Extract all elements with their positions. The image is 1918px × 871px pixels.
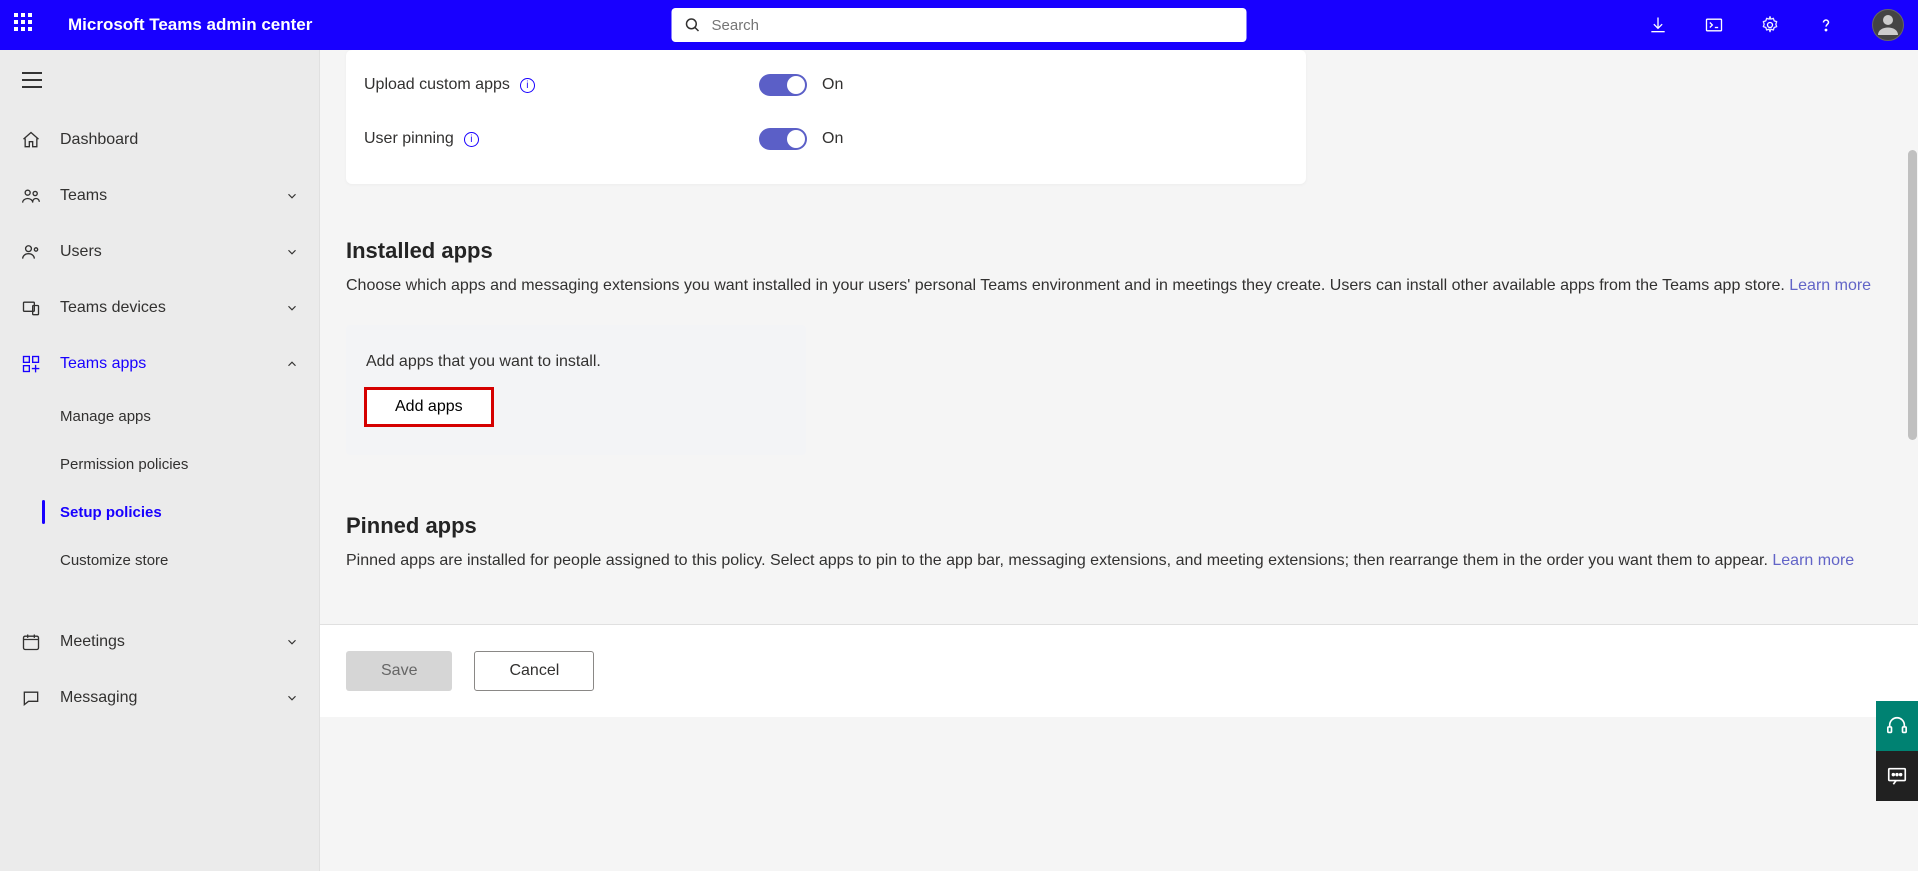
sidebar-toggle[interactable] <box>0 50 319 110</box>
sidebar-item-teams[interactable]: Teams <box>0 168 319 224</box>
toggle-user-pinning[interactable] <box>759 128 807 150</box>
apps-icon <box>20 354 42 374</box>
installed-apps-section: Installed apps Choose which apps and mes… <box>346 238 1892 455</box>
user-icon <box>20 242 42 262</box>
setting-label: User pinning i <box>364 130 759 148</box>
sidebar-item-devices[interactable]: Teams devices <box>0 280 319 336</box>
chevron-down-icon <box>285 189 299 203</box>
sidebar-sub-label: Permission policies <box>60 456 188 473</box>
sidebar-sub-manage-apps[interactable]: Manage apps <box>0 392 319 440</box>
section-description: Choose which apps and messaging extensio… <box>346 274 1892 299</box>
chat-icon <box>20 688 42 708</box>
brand-title: Microsoft Teams admin center <box>68 15 312 35</box>
section-description-text: Pinned apps are installed for people ass… <box>346 552 1772 569</box>
save-button[interactable]: Save <box>346 651 452 691</box>
avatar[interactable] <box>1872 9 1904 41</box>
learn-more-link[interactable]: Learn more <box>1789 277 1871 294</box>
devices-icon <box>20 298 42 318</box>
chevron-up-icon <box>285 357 299 371</box>
hamburger-icon <box>22 72 42 88</box>
support-headset-icon[interactable] <box>1876 701 1918 751</box>
search-container[interactable] <box>672 8 1247 42</box>
search-icon <box>684 16 712 34</box>
sidebar-item-label: Dashboard <box>60 131 299 149</box>
sidebar-sub-label: Manage apps <box>60 408 151 425</box>
toggle-state-text: On <box>822 76 843 94</box>
download-icon[interactable] <box>1648 15 1668 35</box>
section-title: Pinned apps <box>346 513 1892 539</box>
sidebar-nav: Dashboard Teams Users Team <box>0 110 319 871</box>
sidebar-item-meetings[interactable]: Meetings <box>0 614 319 670</box>
help-icon[interactable] <box>1816 15 1836 35</box>
install-apps-box: Add apps that you want to install. Add a… <box>346 325 806 455</box>
sidebar-sub-permission-policies[interactable]: Permission policies <box>0 440 319 488</box>
sidebar-item-dashboard[interactable]: Dashboard <box>0 112 319 168</box>
main-content: Upload custom apps i On User pinning i <box>320 50 1918 871</box>
people-icon <box>20 186 42 206</box>
settings-card: Upload custom apps i On User pinning i <box>346 50 1306 184</box>
sidebar-sub-customize-store[interactable]: Customize store <box>0 536 319 584</box>
sidebar-item-label: Teams <box>60 187 285 205</box>
info-icon[interactable]: i <box>520 78 535 93</box>
section-title: Installed apps <box>346 238 1892 264</box>
sidebar-item-messaging[interactable]: Messaging <box>0 670 319 726</box>
console-icon[interactable] <box>1704 15 1724 35</box>
floating-actions <box>1876 701 1918 801</box>
setting-label-text: User pinning <box>364 130 454 148</box>
sidebar-item-users[interactable]: Users <box>0 224 319 280</box>
sidebar-sub-label: Setup policies <box>60 504 162 521</box>
search-input[interactable] <box>712 17 1235 34</box>
home-icon <box>20 130 42 150</box>
section-description: Pinned apps are installed for people ass… <box>346 549 1892 574</box>
cancel-button[interactable]: Cancel <box>474 651 594 691</box>
setting-row-upload-custom-apps: Upload custom apps i On <box>346 58 1306 112</box>
setting-row-user-pinning: User pinning i On <box>346 112 1306 166</box>
footer-bar: Save Cancel <box>320 624 1918 717</box>
header-actions <box>1648 9 1904 41</box>
add-apps-button[interactable]: Add apps <box>366 389 492 425</box>
chevron-down-icon <box>285 301 299 315</box>
sidebar-sub-setup-policies[interactable]: Setup policies <box>0 488 319 536</box>
feedback-chat-icon[interactable] <box>1876 751 1918 801</box>
sidebar-sub-label: Customize store <box>60 552 168 569</box>
sidebar-item-label: Messaging <box>60 689 285 707</box>
toggle-upload-custom-apps[interactable] <box>759 74 807 96</box>
install-box-text: Add apps that you want to install. <box>366 353 786 371</box>
sidebar-item-label: Teams devices <box>60 299 285 317</box>
toggle-state-text: On <box>822 130 843 148</box>
header: Microsoft Teams admin center <box>0 0 1918 50</box>
info-icon[interactable]: i <box>464 132 479 147</box>
sidebar-item-apps[interactable]: Teams apps <box>0 336 319 392</box>
pinned-apps-section: Pinned apps Pinned apps are installed fo… <box>346 513 1892 574</box>
chevron-down-icon <box>285 635 299 649</box>
app-launcher-icon[interactable] <box>14 13 38 37</box>
sidebar: Dashboard Teams Users Team <box>0 50 320 871</box>
scrollbar-thumb[interactable] <box>1908 150 1917 440</box>
calendar-icon <box>20 632 42 652</box>
chevron-down-icon <box>285 245 299 259</box>
chevron-down-icon <box>285 691 299 705</box>
setting-label-text: Upload custom apps <box>364 76 510 94</box>
learn-more-link[interactable]: Learn more <box>1772 552 1854 569</box>
gear-icon[interactable] <box>1760 15 1780 35</box>
sidebar-item-label: Meetings <box>60 633 285 651</box>
section-description-text: Choose which apps and messaging extensio… <box>346 277 1789 294</box>
sidebar-item-label: Teams apps <box>60 355 285 373</box>
sidebar-item-label: Users <box>60 243 285 261</box>
setting-label: Upload custom apps i <box>364 76 759 94</box>
